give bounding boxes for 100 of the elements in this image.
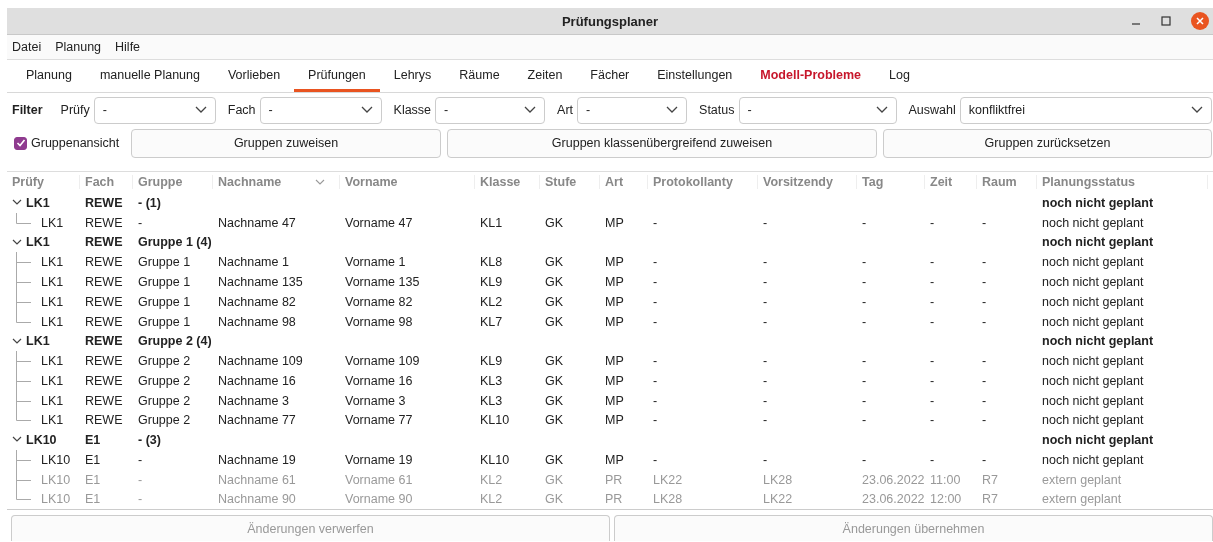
- table-cell-text: Nachname 77: [218, 413, 297, 428]
- table-cell-text: 23.06.2022: [862, 492, 926, 507]
- tab[interactable]: Fächer: [576, 60, 644, 92]
- table-cell: LK1: [41, 255, 64, 270]
- table-cell-text: -: [763, 373, 769, 388]
- column-header[interactable]: Fach: [85, 175, 133, 189]
- tab[interactable]: Modell-Probleme: [746, 60, 876, 92]
- table-cell: LK1: [26, 195, 50, 210]
- table-cell: LK10: [41, 452, 71, 467]
- table-cell-text: Gruppe 1 (4): [138, 235, 213, 250]
- table-cell-text: KL9: [480, 354, 504, 368]
- table-cell-text: R7: [982, 492, 999, 507]
- table-cell-text: Gruppe 2: [138, 354, 192, 368]
- column-header[interactable]: Gruppe: [138, 175, 213, 189]
- tab[interactable]: Prüfungen: [294, 60, 380, 92]
- tab[interactable]: Log: [875, 60, 924, 92]
- close-icon[interactable]: [1191, 12, 1209, 30]
- column-header[interactable]: Tag: [862, 175, 925, 189]
- table-cell-text: REWE: [85, 294, 124, 309]
- dropdown[interactable]: konfliktfrei: [959, 96, 1212, 124]
- table-cell-text: noch nicht geplant: [1042, 393, 1145, 408]
- dropdown[interactable]: -: [93, 96, 216, 124]
- tab[interactable]: Zeiten: [513, 60, 577, 92]
- check-icon: [15, 138, 26, 148]
- tab[interactable]: Lehrys: [379, 60, 446, 92]
- table-cell-text: -: [930, 255, 936, 270]
- table-cell-text: -: [653, 373, 659, 388]
- table-cell-text: -: [930, 452, 936, 467]
- group-button[interactable]: Gruppen zurücksetzen: [883, 128, 1212, 158]
- column-header[interactable]: Art: [605, 175, 648, 189]
- table-cell-text: GK: [545, 314, 565, 329]
- dropdown[interactable]: -: [435, 96, 546, 124]
- table-cell: LK10: [41, 472, 71, 487]
- table-cell-text: Nachname 82: [218, 294, 297, 309]
- table-cell-text: -: [763, 413, 769, 428]
- table-cell-text: Nachname 3: [218, 393, 290, 408]
- table-cell-text: GK: [545, 255, 565, 270]
- table-cell-text: KL7: [480, 314, 504, 329]
- table-cell-text: -: [138, 452, 144, 467]
- expand-chevron-icon[interactable]: [12, 337, 22, 345]
- column-header[interactable]: Nachname: [218, 175, 340, 189]
- table-cell-text: GK: [545, 354, 565, 368]
- dropdown[interactable]: -: [738, 96, 897, 124]
- menu-item[interactable]: Hilfe: [115, 40, 141, 54]
- tab[interactable]: Räume: [445, 60, 514, 92]
- table-cell-text: Vorname 47: [345, 215, 414, 230]
- table-cell-text: Vorname 82: [345, 294, 414, 309]
- expand-chevron-icon[interactable]: [12, 238, 22, 246]
- menu-item[interactable]: Datei: [12, 40, 42, 54]
- dropdown[interactable]: -: [259, 96, 382, 124]
- column-header[interactable]: Zeit: [930, 175, 977, 189]
- table-cell-text: Nachname 90: [218, 492, 297, 507]
- table-cell-text: -: [138, 472, 144, 487]
- table-cell-text: MP: [605, 452, 625, 467]
- table-cell-text: REWE: [85, 413, 124, 428]
- column-header[interactable]: Prüfy: [12, 175, 80, 189]
- table-cell-text: Gruppe 2: [138, 413, 192, 428]
- table-cell-text: Vorname 109: [345, 354, 421, 368]
- table-cell-text: GK: [545, 215, 565, 230]
- expand-chevron-icon[interactable]: [12, 199, 22, 207]
- group-view-checkbox[interactable]: Gruppenansicht: [7, 136, 125, 150]
- table-cell-text: Nachname 61: [218, 472, 297, 487]
- table-cell-text: -: [138, 215, 144, 230]
- table-cell-text: noch nicht geplant: [1042, 334, 1155, 349]
- table-cell-text: noch nicht geplant: [1042, 294, 1145, 309]
- tab[interactable]: manuelle Planung: [85, 60, 214, 92]
- expand-chevron-icon[interactable]: [12, 436, 22, 444]
- table-cell-text: KL3: [480, 373, 504, 388]
- column-header[interactable]: Klasse: [480, 175, 540, 189]
- table-cell-text: -: [930, 393, 936, 408]
- table-cell-text: LK28: [653, 492, 684, 507]
- table-cell-text: -: [930, 294, 936, 309]
- table-cell-text: Gruppe 2: [138, 393, 192, 408]
- table-cell: LK10: [26, 432, 57, 447]
- table-cell-text: Vorname 61: [345, 472, 414, 487]
- column-header[interactable]: Planungsstatus: [1042, 175, 1208, 189]
- tab[interactable]: Einstellungen: [643, 60, 747, 92]
- table-cell-text: KL9: [480, 275, 504, 289]
- group-button[interactable]: Gruppen klassenübergreifend zuweisen: [447, 128, 877, 158]
- table-cell-text: -: [862, 354, 868, 368]
- group-button[interactable]: Gruppen zuweisen: [131, 128, 441, 158]
- tab[interactable]: Planung: [12, 60, 86, 92]
- table-cell-text: -: [862, 413, 868, 428]
- dropdown[interactable]: -: [577, 96, 688, 124]
- table-cell-text: Gruppe 1: [138, 294, 192, 309]
- column-header[interactable]: Raum: [982, 175, 1037, 189]
- table-cell-text: Gruppe 1: [138, 255, 192, 270]
- table-cell-text: Vorname 16: [345, 373, 414, 388]
- menu-item[interactable]: Planung: [55, 40, 102, 54]
- column-header[interactable]: Vorname: [345, 175, 475, 189]
- table-cell-text: E1: [85, 432, 102, 447]
- column-header[interactable]: Stufe: [545, 175, 600, 189]
- table-cell-text: MP: [605, 413, 625, 428]
- table-cell-text: Gruppe 1: [138, 314, 192, 329]
- column-header[interactable]: Protokollanty: [653, 175, 758, 189]
- table-cell: LK1: [41, 275, 64, 289]
- table-cell-text: E1: [85, 452, 102, 467]
- tab[interactable]: Vorlieben: [213, 60, 295, 92]
- maximize-icon[interactable]: [1161, 16, 1171, 26]
- column-header[interactable]: Vorsitzendy: [763, 175, 857, 189]
